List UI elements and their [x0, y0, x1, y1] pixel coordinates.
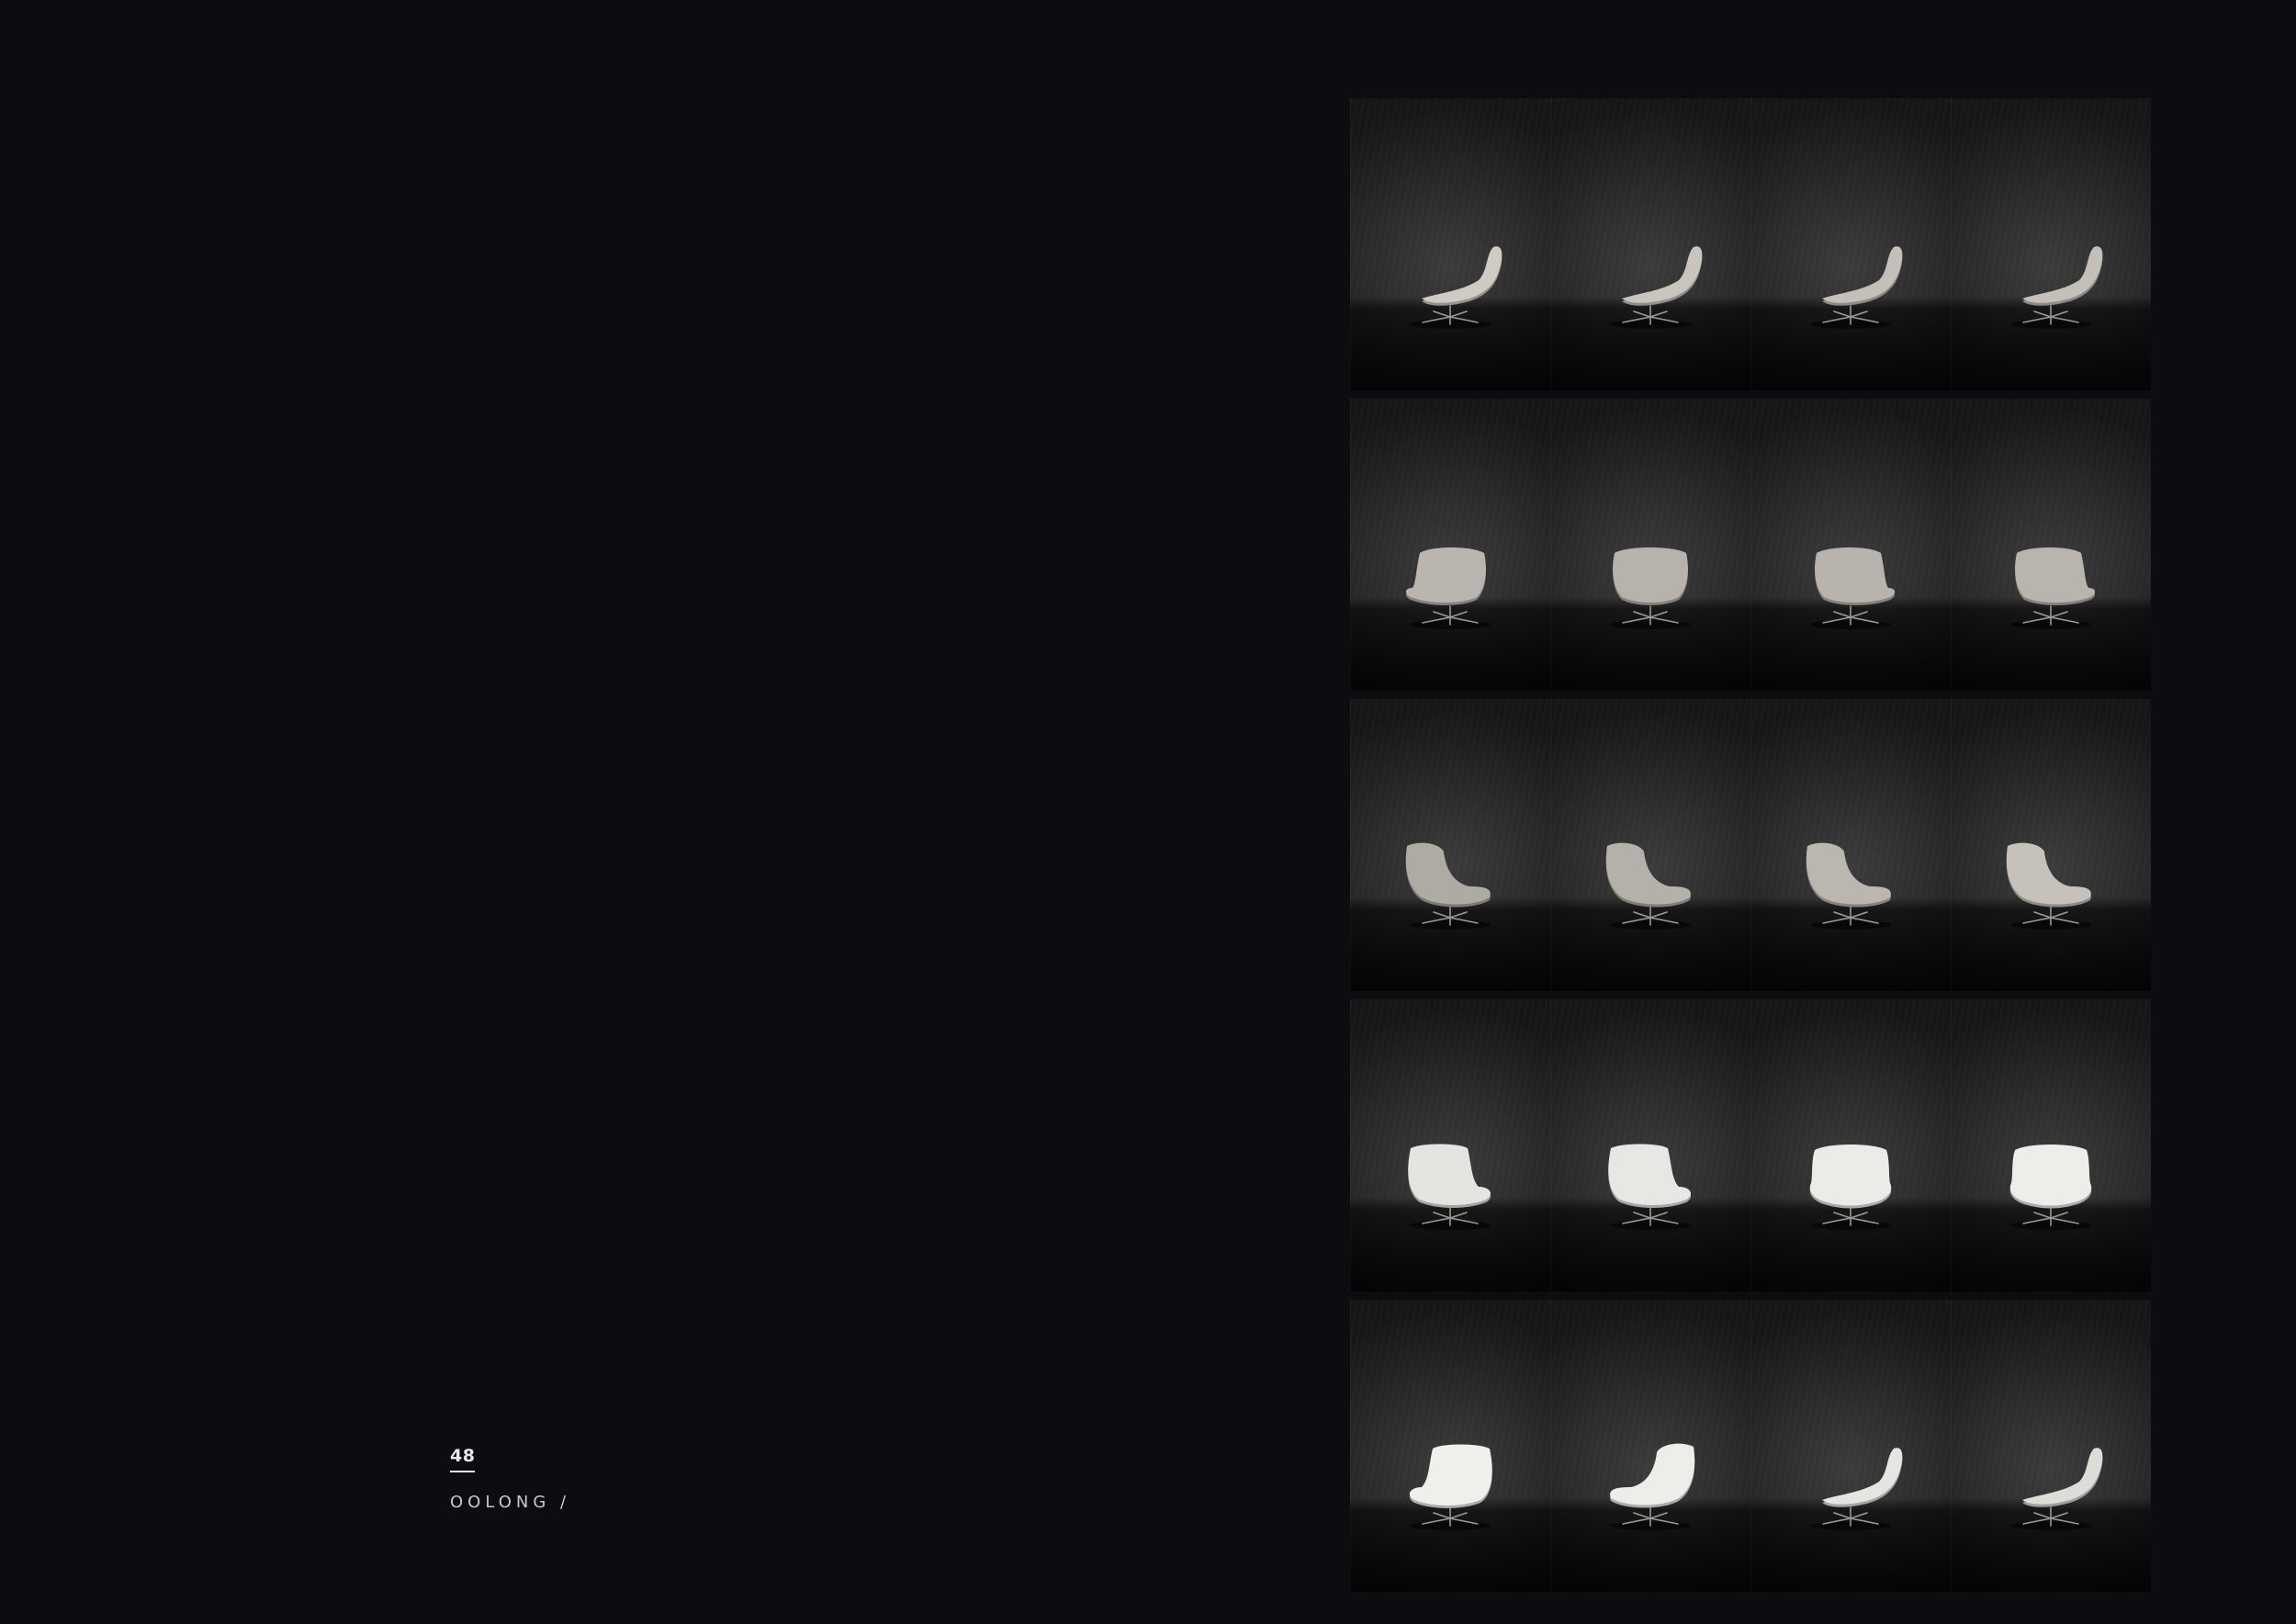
swivel-base: [2022, 906, 2079, 926]
page-number: 48: [450, 1448, 476, 1472]
chair-shell: [1815, 547, 1896, 603]
chair-shell: [1405, 547, 1486, 603]
chair-illustration: [2006, 842, 2091, 930]
chair-photo-chair-front-slight-left: [1550, 999, 1750, 1291]
chair-photo-chair-front-slight-right: [1750, 999, 1951, 1291]
chair-illustration: [1610, 1443, 1695, 1530]
swivel-base: [1622, 1506, 1679, 1527]
chair-photo-chair-right-three-quarter-back: [1550, 98, 1750, 390]
swivel-base: [1822, 906, 1879, 926]
chair-photo-chair-right-three-quarter-front: [1550, 1300, 1750, 1592]
chair-shell: [1608, 1144, 1692, 1205]
chair-illustration: [1810, 246, 1903, 329]
chair-photo-chair-back: [1550, 399, 1750, 691]
swivel-base: [2022, 605, 2079, 626]
chair-illustration: [1409, 1444, 1492, 1530]
chair-shell: [1422, 246, 1503, 303]
chair-illustration: [1608, 1144, 1692, 1230]
chair-shell: [1622, 246, 1703, 303]
chair-shell: [1822, 1448, 1903, 1505]
chair-shell: [1822, 246, 1903, 303]
chair-shell: [1613, 547, 1688, 603]
swivel-base: [1422, 1506, 1479, 1527]
swivel-base: [1822, 305, 1879, 325]
swivel-base: [1422, 1206, 1479, 1226]
chair-shell: [2009, 1145, 2092, 1206]
chair-illustration: [1405, 842, 1491, 930]
chair-illustration: [1405, 547, 1491, 629]
swivel-base: [1822, 1506, 1879, 1527]
chair-illustration: [1610, 246, 1703, 329]
chair-photo-chair-right-side: [1750, 1300, 1951, 1592]
swivel-base: [1822, 1206, 1879, 1226]
chair-photo-chair-back-turning: [1350, 399, 1550, 691]
chair-illustration: [1408, 1144, 1491, 1230]
swivel-base: [1622, 305, 1679, 325]
collection-label: OOLONG /: [450, 1493, 571, 1512]
chair-illustration: [1810, 547, 1896, 629]
chair-illustration: [2009, 1145, 2092, 1230]
chair-shell: [1408, 1144, 1491, 1205]
swivel-base: [2022, 1206, 2079, 1226]
chair-illustration: [2010, 547, 2096, 629]
chair-shell: [2022, 246, 2103, 303]
chair-photo-chair-left-side: [1750, 699, 1951, 991]
chair-photo-chair-back-right-turn: [1750, 399, 1951, 691]
chair-illustration: [2010, 246, 2103, 329]
swivel-base: [1822, 605, 1879, 626]
chair-photo-chair-front-left: [1350, 999, 1550, 1291]
chair-photo-chair-back-right: [1750, 98, 1951, 390]
swivel-base: [2022, 1506, 2079, 1527]
chair-photo-chair-left-front: [1951, 699, 2151, 991]
chair-shell: [2015, 547, 2096, 603]
swivel-base: [1622, 906, 1679, 926]
chair-photo-chair-front: [1951, 999, 2151, 1291]
chair-shell: [1809, 1145, 1892, 1206]
chair-photo-chair-back-left: [1951, 98, 2151, 390]
chair-illustration: [1806, 842, 1891, 930]
chair-photo-chair-back-left-turn: [1951, 399, 2151, 691]
swivel-base: [2022, 305, 2079, 325]
chair-rotation-photo-grid: [1350, 98, 2151, 1592]
chair-photo-chair-right-profile: [1350, 98, 1550, 390]
chair-shell: [1409, 1444, 1492, 1506]
chair-illustration: [1605, 842, 1691, 930]
chair-photo-chair-left-profile: [1550, 699, 1750, 991]
swivel-base: [1422, 605, 1479, 626]
swivel-base: [1422, 906, 1479, 926]
chair-illustration: [1610, 547, 1691, 629]
swivel-base: [1422, 305, 1479, 325]
chair-photo-chair-left-three-quarter: [1350, 699, 1550, 991]
swivel-base: [1622, 605, 1679, 626]
chair-photo-chair-right-profile-end: [1951, 1300, 2151, 1592]
chair-illustration: [1809, 1145, 1892, 1230]
catalog-page: 48 OOLONG /: [0, 0, 2296, 1624]
chair-illustration: [1410, 246, 1503, 329]
chair-illustration: [1810, 1448, 1903, 1530]
chair-shell: [2022, 1448, 2103, 1505]
chair-photo-chair-front-right: [1350, 1300, 1550, 1592]
swivel-base: [1622, 1206, 1679, 1226]
chair-illustration: [2010, 1448, 2103, 1530]
